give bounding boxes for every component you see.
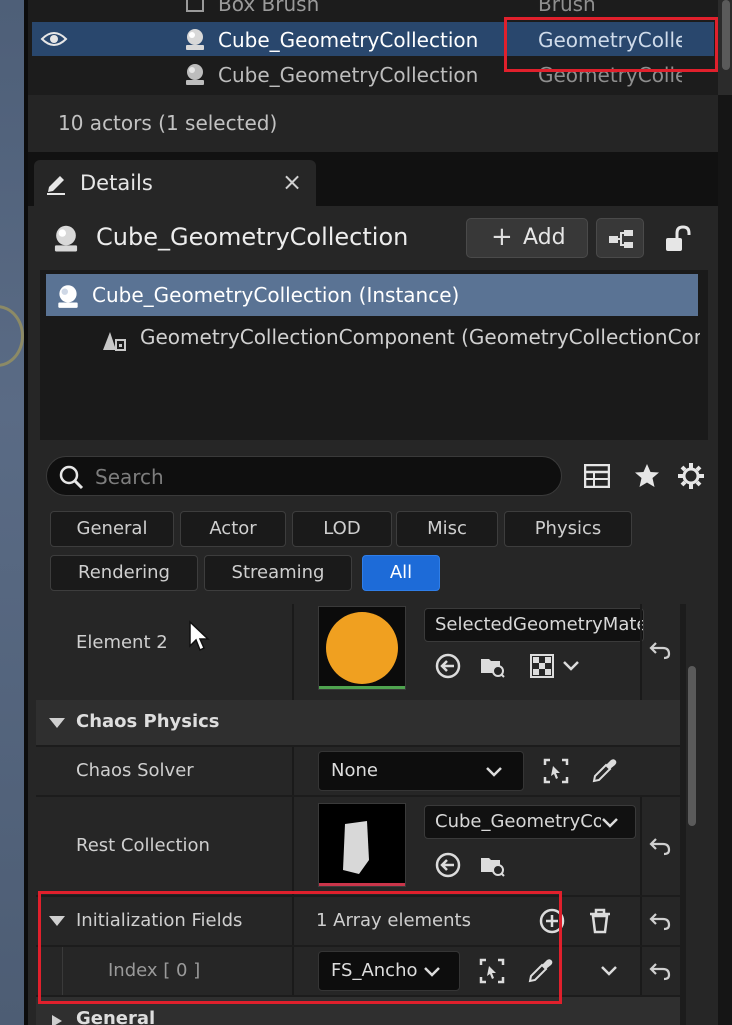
close-icon[interactable]: × <box>282 168 302 196</box>
material-thumbnail[interactable] <box>318 606 406 690</box>
actor-count-label: 10 actors (1 selected) <box>58 111 278 135</box>
outliner-actor-type: Brush <box>538 0 596 16</box>
filter-chip-physics[interactable]: Physics <box>504 511 632 547</box>
reset-column <box>640 797 642 895</box>
property-label: Element 2 <box>76 632 168 653</box>
reset-to-default-icon[interactable] <box>648 909 672 933</box>
filter-chip-streaming[interactable]: Streaming <box>204 555 352 591</box>
geometry-collection-component-icon <box>103 332 126 351</box>
browse-arrow-icon[interactable] <box>434 851 462 879</box>
chevron-down-icon <box>486 767 502 777</box>
material-type-stripe <box>319 686 405 689</box>
search-icon <box>59 465 84 490</box>
browse-folder-icon[interactable] <box>478 652 506 680</box>
star-icon[interactable] <box>632 461 662 491</box>
category-label: General <box>76 1008 156 1025</box>
filter-chip-all[interactable]: All <box>362 555 440 591</box>
category-label: Chaos Physics <box>76 711 220 732</box>
property-row-rest-collection: Rest Collection Cube_GeometryCollection <box>36 797 680 895</box>
property-row-chaos-solver: Chaos Solver None <box>36 747 680 795</box>
outliner-actor-name: Box Brush <box>218 0 320 16</box>
geometry-collection-preview <box>343 821 369 874</box>
eye-icon[interactable] <box>40 30 68 48</box>
reset-to-default-icon[interactable] <box>648 959 672 983</box>
column-splitter[interactable] <box>292 604 294 700</box>
outliner-scrollbar-thumb[interactable] <box>722 0 730 70</box>
actor-name-label[interactable]: Cube_GeometryCollection <box>96 223 408 251</box>
box-brush-icon <box>186 0 204 12</box>
filter-chip-misc[interactable]: Misc <box>396 511 498 547</box>
gear-icon[interactable] <box>676 461 706 491</box>
reset-column <box>640 604 642 700</box>
tab-details[interactable]: Details × <box>34 160 316 206</box>
asset-type-stripe <box>319 883 405 886</box>
reset-column <box>640 947 642 995</box>
filter-chip-rendering[interactable]: Rendering <box>50 555 198 591</box>
pencil-icon <box>47 176 65 195</box>
rest-collection-thumbnail[interactable] <box>318 803 406 887</box>
annotation-highlight-box <box>38 891 562 1004</box>
column-splitter[interactable] <box>292 797 294 895</box>
component-tree: Cube_GeometryCollection (Instance) Geome… <box>40 270 708 440</box>
annotation-highlight-box <box>504 17 718 72</box>
category-chaos-physics[interactable]: Chaos Physics <box>36 700 680 745</box>
tab-strip: Details × <box>28 152 718 206</box>
geometry-collection-actor-icon <box>186 29 204 50</box>
filter-chip-general[interactable]: General <box>50 511 174 547</box>
chevron-down-icon[interactable] <box>48 717 66 729</box>
outliner-actor-name: Cube_GeometryCollection <box>218 63 479 87</box>
reset-to-default-icon[interactable] <box>648 834 672 858</box>
chevron-down-icon[interactable] <box>562 660 580 672</box>
mouse-cursor-icon <box>189 620 210 652</box>
component-child-label[interactable]: GeometryCollectionComponent (GeometryCol… <box>140 325 700 349</box>
blueprint-hierarchy-button[interactable] <box>596 218 644 258</box>
tab-label: Details <box>80 171 153 195</box>
filter-chip-actor[interactable]: Actor <box>180 511 286 547</box>
unlock-icon[interactable] <box>662 224 692 254</box>
search-box[interactable] <box>46 456 562 496</box>
chaos-solver-combo[interactable]: None <box>318 751 524 791</box>
property-row-element-2: Element 2 SelectedGeometryMaterial <box>36 604 680 700</box>
chevron-down-icon <box>602 818 618 828</box>
property-label: Chaos Solver <box>76 760 194 781</box>
geometry-collection-actor-icon <box>186 64 204 85</box>
search-input[interactable] <box>95 463 545 491</box>
combo-value: None <box>331 760 378 781</box>
asset-name: Cube_GeometryCollection <box>435 811 601 832</box>
reset-column <box>640 897 642 945</box>
add-button-label: Add <box>523 225 566 250</box>
hierarchy-icon <box>609 230 633 248</box>
component-root-row[interactable]: Cube_GeometryCollection (Instance) <box>46 274 698 316</box>
reset-to-default-icon[interactable] <box>648 638 672 662</box>
component-root-label: Cube_GeometryCollection (Instance) <box>92 283 460 307</box>
browse-folder-icon[interactable] <box>478 851 506 879</box>
property-label: Rest Collection <box>76 835 210 856</box>
plus-icon: + <box>491 222 513 252</box>
filter-chip-lod[interactable]: LOD <box>292 511 392 547</box>
outliner-scrollbar[interactable] <box>718 0 732 95</box>
column-splitter[interactable] <box>292 747 294 795</box>
add-component-button[interactable]: + Add <box>466 218 588 258</box>
table-view-icon[interactable] <box>584 464 610 488</box>
outliner-footer: 10 actors (1 selected) <box>28 95 718 152</box>
details-scrollbar[interactable] <box>686 604 698 1025</box>
select-actor-icon[interactable] <box>542 757 570 785</box>
eyedropper-icon[interactable] <box>590 757 618 785</box>
material-picker[interactable]: SelectedGeometryMaterial <box>424 608 644 642</box>
outliner-actor-name: Cube_GeometryCollection <box>218 28 479 52</box>
geometry-collection-actor-icon <box>54 225 78 252</box>
chevron-right-icon[interactable] <box>48 1015 66 1025</box>
browse-arrow-icon[interactable] <box>434 652 462 680</box>
chevron-down-icon[interactable] <box>600 965 618 977</box>
trash-icon[interactable] <box>586 907 614 935</box>
checker-material-icon[interactable] <box>528 652 556 680</box>
material-sphere-preview <box>326 612 398 684</box>
geometry-collection-actor-icon <box>58 285 78 308</box>
rest-collection-picker[interactable]: Cube_GeometryCollection <box>424 805 636 839</box>
details-scrollbar-thumb[interactable] <box>688 666 696 826</box>
level-viewport-edge <box>0 0 26 1025</box>
